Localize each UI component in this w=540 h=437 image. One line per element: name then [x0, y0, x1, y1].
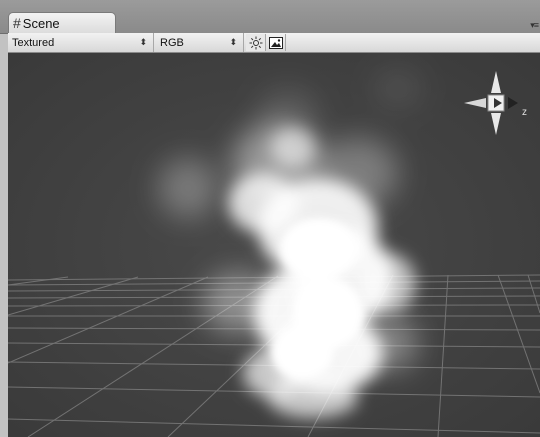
- tab-bar: # Scene ▾≡: [0, 0, 540, 34]
- scene-toolbar: Textured ⬍ RGB ⬍: [8, 33, 540, 53]
- scene-viewport[interactable]: z: [8, 53, 540, 437]
- shading-mode-value: Textured: [12, 36, 55, 49]
- gizmo-axis-label: z: [522, 107, 527, 118]
- scene-canvas: z: [8, 53, 540, 437]
- grid-hash-icon: #: [13, 15, 21, 31]
- tab-scene[interactable]: # Scene: [8, 12, 116, 33]
- shading-mode-dropdown[interactable]: Textured ⬍: [8, 33, 154, 52]
- game-overlay-toggle[interactable]: [266, 34, 286, 51]
- dropdown-arrows-icon: ⬍: [229, 37, 237, 47]
- sun-icon: [249, 36, 262, 49]
- scene-window: # Scene ▾≡ Textured ⬍ RGB ⬍ z: [0, 0, 540, 437]
- dropdown-arrows-icon: ⬍: [139, 37, 147, 47]
- channel-mode-value: RGB: [160, 36, 184, 49]
- image-icon: [268, 36, 283, 49]
- tab-scene-label: Scene: [22, 15, 60, 31]
- channel-mode-dropdown[interactable]: RGB ⬍: [156, 33, 244, 52]
- panel-menu-icon[interactable]: ▾≡: [530, 20, 539, 31]
- scene-lighting-toggle[interactable]: [246, 34, 266, 51]
